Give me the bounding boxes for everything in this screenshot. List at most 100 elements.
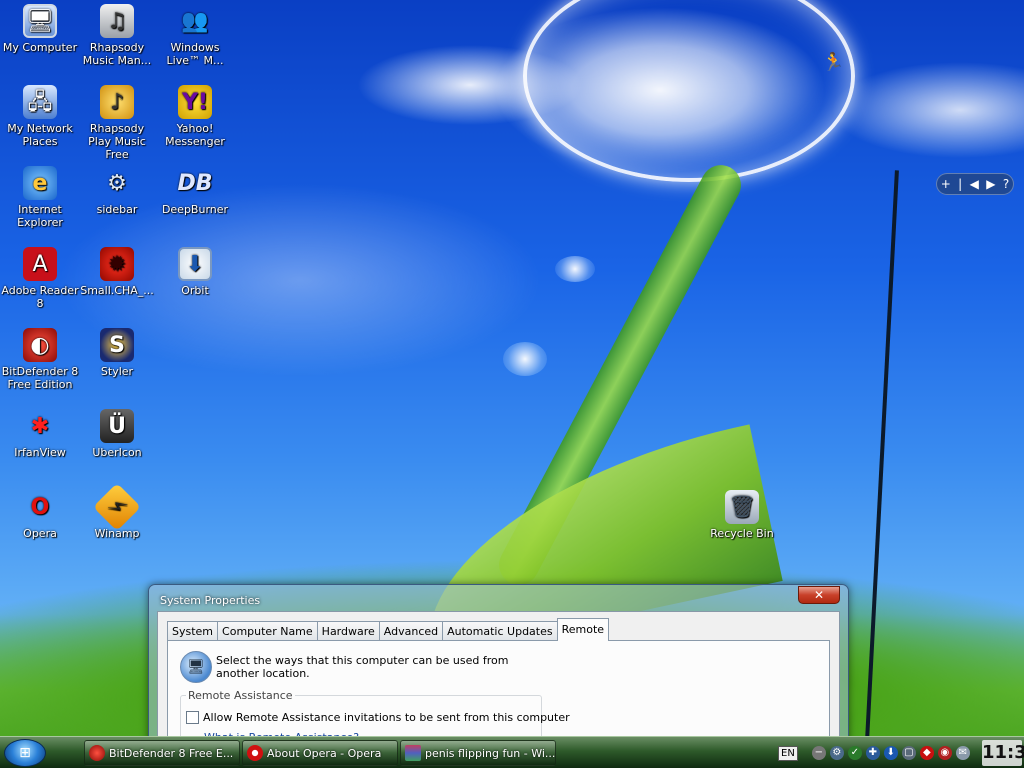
checkbox-label: Allow Remote Assistance invitations to b…: [203, 711, 570, 724]
mail-icon[interactable]: ✉: [955, 746, 970, 760]
network-places-icon: 🖧: [23, 85, 57, 119]
remote-intro-text: Select the ways that this computer can b…: [216, 654, 509, 680]
wallpaper-orb: [555, 256, 595, 282]
computer-icon: 🖥: [23, 4, 57, 38]
security-icon[interactable]: ◉: [937, 746, 952, 760]
desktop-icon-styler[interactable]: S Styler: [78, 328, 156, 378]
adobe-reader-icon: A: [23, 247, 57, 281]
desktop-icon-label: UberIcon: [92, 446, 142, 459]
wallpaper-line: [865, 170, 899, 740]
tab-hardware[interactable]: Hardware: [316, 621, 380, 641]
tab-advanced[interactable]: Advanced: [378, 621, 444, 641]
help-button[interactable]: ?: [1003, 177, 1009, 191]
desktop-icon-deepburner[interactable]: DB DeepBurner: [156, 166, 234, 216]
previous-gadget-button[interactable]: ◀: [970, 177, 979, 191]
window-body: System Computer Name Hardware Advanced A…: [157, 611, 840, 755]
messenger-buddies-icon: 👥: [181, 8, 209, 34]
close-button[interactable]: ✕: [798, 586, 840, 604]
desktop-icon-adobe-reader[interactable]: A Adobe Reader 8: [1, 247, 79, 310]
window-icon[interactable]: ▢: [901, 746, 916, 760]
desktop-icon-label: DeepBurner: [161, 203, 229, 216]
desktop-icon-label: Rhapsody Play Music Free: [88, 122, 146, 161]
system-tray: EN − ⚙ ✓ ✚ ⬇ ▢ ◆ ◉ ✉: [778, 740, 974, 766]
desktop-icon-winamp[interactable]: ⚡ Winamp: [78, 482, 156, 540]
desktop-icon-label: IrfanView: [14, 446, 66, 459]
desktop-icon-ubericon[interactable]: Ü UberIcon: [78, 409, 156, 459]
desktop-icon-windows-live-messenger[interactable]: 👥 Windows Live™ M...: [156, 4, 234, 67]
runner-figure: 🏃: [822, 52, 845, 73]
allow-remote-assistance-checkbox[interactable]: Allow Remote Assistance invitations to b…: [186, 711, 570, 724]
remote-computer-icon: 🖥: [180, 651, 212, 683]
taskbar-button-label: BitDefender 8 Free E...: [109, 746, 234, 760]
opera-icon: O: [30, 494, 50, 520]
irfanview-icon: ✱: [30, 413, 50, 439]
tab-automatic-updates[interactable]: Automatic Updates: [442, 621, 558, 641]
wallpaper-orb: [503, 342, 547, 376]
desktop-icon-label: Windows Live™ M...: [166, 41, 224, 67]
gear-icon: ⚙: [107, 170, 127, 196]
rhapsody-play-icon: ♪: [100, 85, 134, 119]
system-properties-window: System Properties ✕ System Computer Name…: [148, 584, 849, 755]
deepburner-icon: DB: [177, 170, 213, 196]
desktop-icon-sidebar[interactable]: ⚙ sidebar: [78, 166, 156, 216]
desktop-icon-rhapsody-music-manager[interactable]: ♫ Rhapsody Music Man...: [78, 4, 156, 67]
shield-icon[interactable]: ◆: [919, 746, 934, 760]
desktop-icon-label: Styler: [100, 365, 134, 378]
next-gadget-button[interactable]: ▶: [986, 177, 995, 191]
tab-remote[interactable]: Remote: [556, 618, 610, 641]
virus-icon: ✹: [100, 247, 134, 281]
internet-explorer-icon: e: [23, 166, 57, 200]
network-icon[interactable]: ✓: [847, 746, 862, 760]
checkbox-box[interactable]: [186, 711, 199, 724]
desktop-icon-yahoo-messenger[interactable]: Y! Yahoo! Messenger: [156, 85, 234, 148]
desktop-icon-my-network-places[interactable]: 🖧 My Network Places: [1, 85, 79, 148]
remote-assistance-group-title: Remote Assistance: [186, 689, 295, 702]
desktop-icon-label: My Network Places: [7, 122, 73, 148]
language-indicator[interactable]: EN: [778, 745, 798, 761]
desktop-icon-label: My Computer: [2, 41, 78, 54]
desktop-icon-my-computer[interactable]: 🖥 My Computer: [1, 4, 79, 54]
minus-circle-icon[interactable]: −: [811, 746, 826, 760]
bitdefender-icon: [89, 745, 105, 761]
rhapsody-icon: ♫: [100, 4, 134, 38]
taskbar-button-opera[interactable]: About Opera - Opera: [242, 740, 398, 766]
archive-icon: [405, 745, 421, 761]
download-arrow-icon: ⬇: [178, 247, 212, 281]
tab-system[interactable]: System: [167, 621, 219, 641]
desktop-icon-label: Small.CHA_...: [80, 284, 154, 297]
opera-icon: [247, 745, 263, 761]
desktop-icon-bitdefender[interactable]: ◐ BitDefender 8 Free Edition: [1, 328, 79, 391]
taskbar-button-winrar[interactable]: penis flipping fun - Wi...: [400, 740, 556, 766]
desktop-icon-label: Internet Explorer: [17, 203, 63, 229]
recycle-bin-icon: 🗑: [725, 490, 759, 524]
desktop-icon-irfanview[interactable]: ✱ IrfanView: [1, 409, 79, 459]
add-gadget-button[interactable]: +: [941, 177, 951, 191]
wallpaper-sun: [523, 0, 855, 182]
tab-strip: System Computer Name Hardware Advanced A…: [167, 618, 610, 641]
desktop-icon-label: Yahoo! Messenger: [165, 122, 225, 148]
desktop-icon-label: Orbit: [181, 284, 209, 297]
desktop-icon-internet-explorer[interactable]: e Internet Explorer: [1, 166, 79, 229]
desktop-icon-label: Rhapsody Music Man...: [82, 41, 152, 67]
desktop-icon-label: BitDefender 8 Free Edition: [1, 365, 79, 391]
remote-intro: 🖥 Select the ways that this computer can…: [180, 651, 516, 683]
desktop-icon-orbit[interactable]: ⬇ Orbit: [156, 247, 234, 297]
start-button[interactable]: ⊞: [4, 739, 46, 767]
desktop-icon-label: Opera: [23, 527, 57, 540]
desktop-icon-small-cha[interactable]: ✹ Small.CHA_...: [78, 247, 156, 297]
desktop-icon-recycle-bin[interactable]: 🗑 Recycle Bin: [703, 490, 781, 540]
download-icon[interactable]: ⬇: [883, 746, 898, 760]
taskbar-button-label: penis flipping fun - Wi...: [425, 746, 556, 760]
desktop-icon-opera[interactable]: O Opera: [1, 490, 79, 540]
sidebar-gadget-controls: + | ◀ ▶ ?: [936, 173, 1014, 195]
gadget-separator: |: [958, 177, 963, 191]
desktop-icon-label: sidebar: [96, 203, 138, 216]
usb-icon[interactable]: ✚: [865, 746, 880, 760]
taskbar-button-bitdefender[interactable]: BitDefender 8 Free E...: [84, 740, 240, 766]
clock[interactable]: 11:37: [982, 740, 1024, 766]
desktop-icon-rhapsody-play[interactable]: ♪ Rhapsody Play Music Free: [78, 85, 156, 161]
tab-computer-name[interactable]: Computer Name: [217, 621, 318, 641]
bitdefender-icon: ◐: [23, 328, 57, 362]
window-title: System Properties: [160, 594, 261, 607]
gear-icon[interactable]: ⚙: [829, 746, 844, 760]
